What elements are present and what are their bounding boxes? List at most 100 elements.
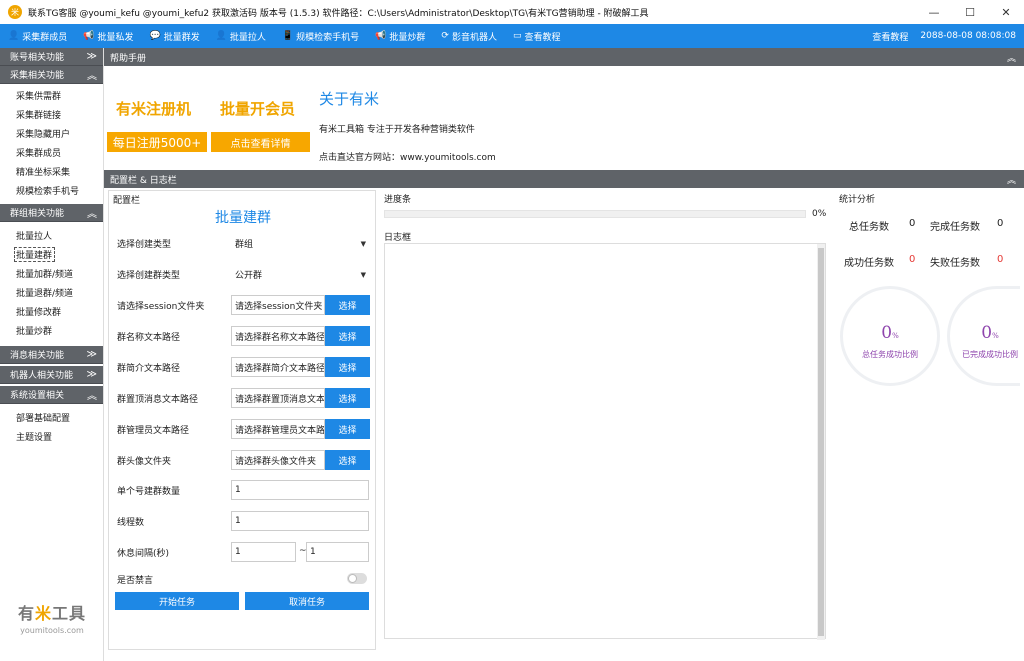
ratio-number: 0 xyxy=(881,323,893,343)
help-panel: 有米注册机 批量开会员 每日注册5000+ 点击查看详情 关于有米 有米工具箱 … xyxy=(104,66,1024,170)
rest-min-input[interactable]: 1 xyxy=(231,542,296,562)
nav-label: 查看教程 xyxy=(524,32,561,43)
group-label: 采集相关功能 xyxy=(10,71,65,81)
chevron-up-icon: ︽ xyxy=(87,71,97,82)
log-box[interactable] xyxy=(384,243,826,640)
tutorial-link[interactable]: 查看教程 xyxy=(872,30,908,43)
sidebar-group-settings[interactable]: 系统设置相关 ︽ xyxy=(0,386,103,404)
view-details-button[interactable]: 点击查看详情 xyxy=(211,132,310,152)
mute-toggle[interactable] xyxy=(347,573,367,584)
sidebar-item-bulk-invite[interactable]: 批量拉人 xyxy=(0,226,103,245)
pin-select-button[interactable]: 选择 xyxy=(325,388,370,408)
start-task-button[interactable]: 开始任务 xyxy=(115,592,239,610)
success-ratio-ring: 0% 总任务成功比例 xyxy=(840,286,940,386)
session-row: 请选择session文件夹 请选择session文件夹 选择 xyxy=(109,295,377,315)
promo-register-title: 有米注册机 xyxy=(116,100,192,118)
official-site-link[interactable]: 点击直达官方网站：www.youmitools.com xyxy=(319,150,496,163)
sidebar-item-bulk-create[interactable]: 批量建群 xyxy=(12,245,57,264)
log-panel-title: 日志框 xyxy=(384,233,412,243)
nav-bulk-hype[interactable]: 📢 批量炒群 xyxy=(367,24,433,48)
sidebar-item-base-config[interactable]: 部署基础配置 xyxy=(0,408,103,427)
rest-row: 休息间隔(秒) 1 ~ 1 xyxy=(109,542,377,562)
app-logo-icon: 米 xyxy=(8,5,22,19)
help-section-bar[interactable]: 帮助手册 ︽ xyxy=(104,48,1024,66)
group-label: 机器人相关功能 xyxy=(10,371,74,381)
sidebar-item-bulk-leave[interactable]: 批量退群/频道 xyxy=(0,283,103,302)
create-type-select[interactable]: 群组 ▼ xyxy=(231,233,369,253)
sidebar-item-collect-hidden[interactable]: 采集隐藏用户 xyxy=(0,124,103,143)
mute-row: 是否禁言 xyxy=(109,569,377,589)
monitor-icon: ▭ xyxy=(512,31,522,41)
pin-path-input[interactable]: 请选择群置顶消息文本路径 xyxy=(231,388,325,408)
group-label: 群组相关功能 xyxy=(10,209,65,219)
success-ratio-value: 0% xyxy=(843,323,937,343)
close-button[interactable]: ✕ xyxy=(988,0,1024,24)
create-type-row: 选择创建类型 群组 ▼ xyxy=(109,233,377,253)
nav-tutorial[interactable]: ▭ 查看教程 xyxy=(505,24,569,48)
brand-part: 有 xyxy=(17,604,35,623)
sidebar-item-collect-members[interactable]: 采集群成员 xyxy=(0,143,103,162)
nav-bulk-group-send[interactable]: 💬 批量群发 xyxy=(141,24,207,48)
session-input[interactable]: 请选择session文件夹 xyxy=(231,295,325,315)
threads-input[interactable]: 1 xyxy=(231,511,369,531)
chevron-up-icon: ︽ xyxy=(87,391,97,402)
intro-path-input[interactable]: 请选择群简介文本路径 xyxy=(231,357,325,377)
intro-select-button[interactable]: 选择 xyxy=(325,357,370,377)
config-section-bar[interactable]: 配置栏 & 日志栏 ︽ xyxy=(104,170,1024,188)
sidebar-group-groups[interactable]: 群组相关功能 ︽ xyxy=(0,204,103,222)
name-row: 群名称文本路径 请选择群名称文本路径 选择 xyxy=(109,326,377,346)
sidebar-group-collect[interactable]: 采集相关功能 ︽ xyxy=(0,66,103,84)
maximize-button[interactable]: ☐ xyxy=(952,0,988,24)
cancel-task-button[interactable]: 取消任务 xyxy=(245,592,369,610)
sidebar-item-collect-links[interactable]: 采集群链接 xyxy=(0,105,103,124)
sidebar-item-bulk-modify[interactable]: 批量修改群 xyxy=(0,302,103,321)
nav-label: 采集群成员 xyxy=(22,32,68,43)
completed-ratio-value: 0% xyxy=(955,323,1024,343)
chevron-up-icon[interactable]: ︽ xyxy=(1007,173,1016,186)
scroll-thumb[interactable] xyxy=(818,248,824,636)
name-select-button[interactable]: 选择 xyxy=(325,326,370,346)
nav-media-bot[interactable]: ⟳ 影音机器人 xyxy=(433,24,505,48)
completed-ratio-caption: 已完成成功比例 xyxy=(962,350,1018,359)
admin-row: 群管理员文本路径 请选择群管理员文本路径 选择 xyxy=(109,419,377,439)
sidebar-item-bulk-join[interactable]: 批量加群/频道 xyxy=(0,264,103,283)
count-input[interactable]: 1 xyxy=(231,480,369,500)
sidebar-group-account[interactable]: 账号相关功能 ≫ xyxy=(0,48,103,66)
nav-collect-members[interactable]: 👤 采集群成员 xyxy=(0,24,75,48)
ratio-unit: % xyxy=(992,332,999,340)
success-ratio-caption: 总任务成功比例 xyxy=(862,350,918,359)
nav-bulk-invite[interactable]: 👤 批量拉人 xyxy=(208,24,274,48)
done-tasks-value: 0 xyxy=(997,218,1004,229)
log-scrollbar[interactable] xyxy=(817,244,825,640)
chevron-up-icon[interactable]: ︽ xyxy=(1007,51,1016,64)
config-bar-label: 配置栏 & 日志栏 xyxy=(110,175,177,186)
threads-label: 线程数 xyxy=(117,518,145,528)
sidebar-item-theme[interactable]: 主题设置 xyxy=(0,427,103,446)
total-tasks-label: 总任务数 xyxy=(849,222,889,233)
nav-phone-search[interactable]: 📱 规模检索手机号 xyxy=(274,24,367,48)
nav-bulk-dm[interactable]: 📢 批量私发 xyxy=(75,24,141,48)
name-path-input[interactable]: 请选择群名称文本路径 xyxy=(231,326,325,346)
megaphone-icon: 📢 xyxy=(83,31,95,41)
daily-register-button[interactable]: 每日注册5000+ xyxy=(107,132,207,152)
sidebar-group-messages[interactable]: 消息相关功能 ≫ xyxy=(0,346,103,364)
avatar-select-button[interactable]: 选择 xyxy=(325,450,370,470)
avatar-path-input[interactable]: 请选择群头像文件夹 xyxy=(231,450,325,470)
sidebar-group-bots[interactable]: 机器人相关功能 ≫ xyxy=(0,366,103,384)
rest-max-input[interactable]: 1 xyxy=(306,542,369,562)
sidebar-item-bulk-hype[interactable]: 批量炒群 xyxy=(0,321,103,340)
sidebar-item-phone-search[interactable]: 规模检索手机号 xyxy=(0,181,103,200)
window-title: 联系TG客服 @youmi_kefu @youmi_kefu2 获取激活码 版本… xyxy=(28,8,649,19)
sidebar-item-collect-supply[interactable]: 采集供需群 xyxy=(0,86,103,105)
group-type-select[interactable]: 公开群 ▼ xyxy=(231,264,369,284)
admin-select-button[interactable]: 选择 xyxy=(325,419,370,439)
brand-part: 米 xyxy=(34,604,52,623)
session-select-button[interactable]: 选择 xyxy=(325,295,370,315)
minimize-button[interactable]: — xyxy=(916,0,952,24)
sidebar-item-geo-collect[interactable]: 精准坐标采集 xyxy=(0,162,103,181)
chat-icon: 💬 xyxy=(149,31,161,41)
progress-log-panel: 进度条 0% 日志框 xyxy=(380,190,830,650)
count-label: 单个号建群数量 xyxy=(117,487,181,497)
chevron-up-icon: ︽ xyxy=(87,209,97,220)
admin-path-input[interactable]: 请选择群管理员文本路径 xyxy=(231,419,325,439)
